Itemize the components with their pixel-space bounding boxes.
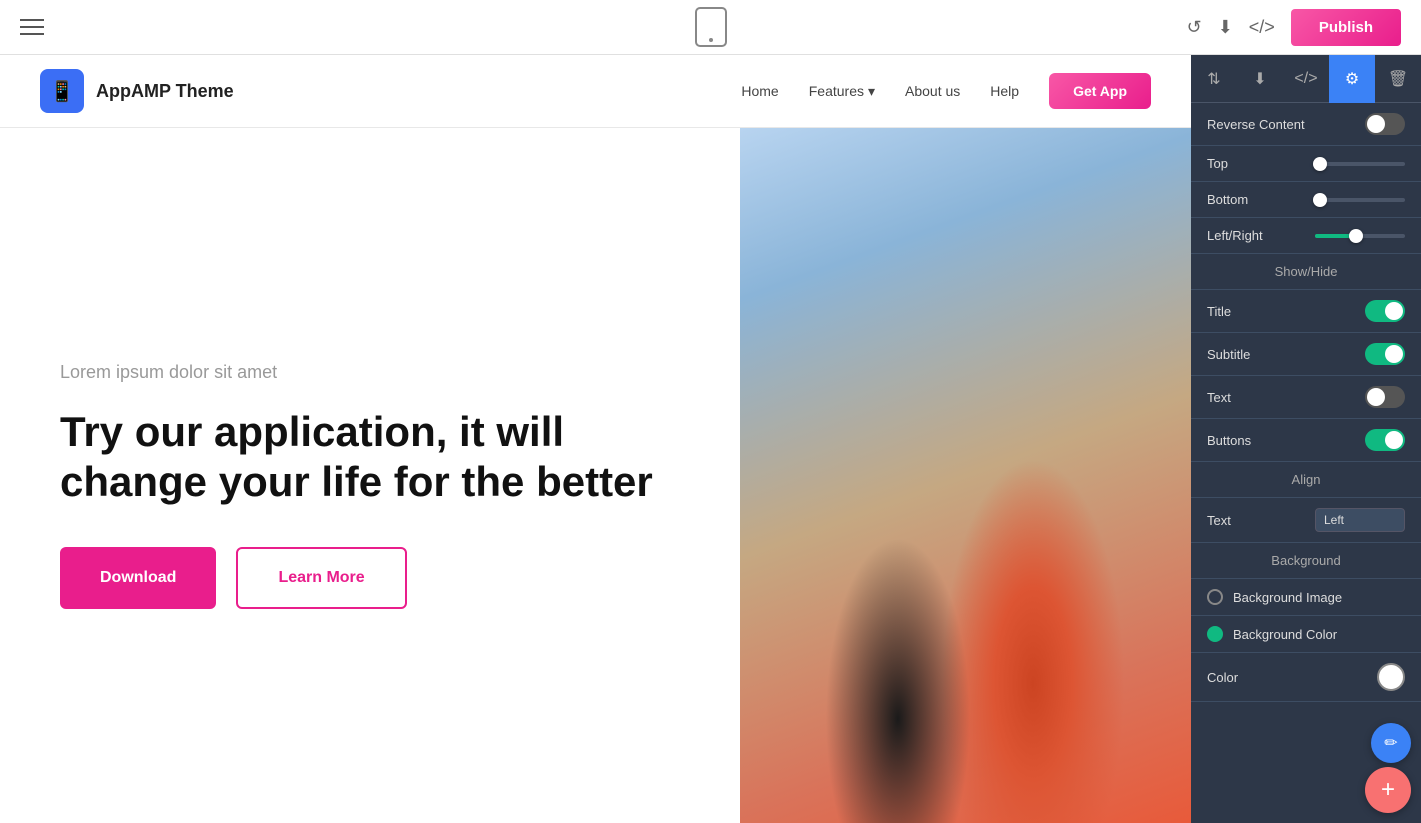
text-align-select[interactable]: Left Center Right	[1315, 508, 1405, 532]
buttons-label: Buttons	[1207, 433, 1251, 448]
panel-settings-button[interactable]: ⚙	[1329, 55, 1375, 103]
left-right-slider[interactable]	[1315, 234, 1405, 238]
nav-help[interactable]: Help	[990, 83, 1019, 99]
nav-home[interactable]: Home	[741, 83, 778, 99]
bottom-slider-thumb[interactable]	[1313, 193, 1327, 207]
buttons-toggle-knob	[1385, 431, 1403, 449]
fab-edit-button[interactable]: ✏	[1371, 723, 1411, 763]
top-label: Top	[1207, 156, 1228, 171]
text-label: Text	[1207, 390, 1231, 405]
hero-image	[740, 128, 1191, 823]
women-overlay	[740, 128, 1191, 823]
toolbar-left	[20, 19, 44, 35]
hero-buttons: Download Learn More	[60, 547, 680, 609]
hamburger-menu[interactable]	[20, 19, 44, 35]
top-row: Top	[1191, 146, 1421, 182]
bg-image-radio[interactable]	[1207, 589, 1223, 605]
fab-add-button[interactable]: +	[1365, 767, 1411, 813]
undo-button[interactable]: ↺	[1187, 17, 1202, 38]
page-header: 📱 AppAMP Theme Home Features ▾ About us …	[0, 55, 1191, 128]
phone-dot	[709, 38, 713, 42]
color-swatch[interactable]	[1377, 663, 1405, 691]
left-right-row: Left/Right	[1191, 218, 1421, 254]
nav-links: Home Features ▾ About us Help Get App	[741, 73, 1151, 109]
phone-preview-icon[interactable]	[695, 7, 727, 47]
toolbar-center	[695, 7, 727, 47]
reverse-content-row: Reverse Content	[1191, 103, 1421, 146]
get-app-button[interactable]: Get App	[1049, 73, 1151, 109]
color-label: Color	[1207, 670, 1238, 685]
bottom-label: Bottom	[1207, 192, 1248, 207]
phone-logo-glyph: 📱	[50, 79, 75, 104]
chevron-down-icon: ▾	[868, 83, 875, 100]
background-section-label: Background	[1191, 543, 1421, 579]
hero-section: Lorem ipsum dolor sit amet Try our appli…	[0, 128, 1191, 823]
download-icon-button[interactable]: ⬇	[1218, 17, 1233, 38]
subtitle-row: Subtitle	[1191, 333, 1421, 376]
text-toggle-knob	[1367, 388, 1385, 406]
bg-color-label: Background Color	[1233, 627, 1337, 642]
title-label: Title	[1207, 304, 1231, 319]
top-slider[interactable]	[1315, 162, 1405, 166]
panel-code-button[interactable]: </>	[1283, 55, 1329, 103]
bg-color-radio[interactable]	[1207, 626, 1223, 642]
panel-sort-button[interactable]: ⇅	[1191, 55, 1237, 103]
code-button[interactable]: </>	[1249, 17, 1275, 38]
title-toggle-knob	[1385, 302, 1403, 320]
bg-image-label: Background Image	[1233, 590, 1342, 605]
hero-title: Try our application, it will change your…	[60, 407, 680, 508]
download-button[interactable]: Download	[60, 547, 216, 609]
color-row: Color	[1191, 653, 1421, 702]
learn-more-button[interactable]: Learn More	[236, 547, 406, 609]
publish-button[interactable]: Publish	[1291, 9, 1401, 46]
logo-icon: 📱	[40, 69, 84, 113]
hero-left: Lorem ipsum dolor sit amet Try our appli…	[0, 128, 740, 823]
toolbar-right: ↺ ⬇ </> Publish	[1187, 9, 1401, 46]
main-layout: 📱 AppAMP Theme Home Features ▾ About us …	[0, 55, 1421, 823]
left-right-label: Left/Right	[1207, 228, 1263, 243]
left-right-slider-thumb[interactable]	[1349, 229, 1363, 243]
logo-area: 📱 AppAMP Theme	[40, 69, 234, 113]
title-row: Title	[1191, 290, 1421, 333]
nav-features-label: Features	[809, 83, 864, 99]
title-toggle[interactable]	[1365, 300, 1405, 322]
bg-image-row: Background Image	[1191, 579, 1421, 616]
align-section-label: Align	[1191, 462, 1421, 498]
show-hide-section-label: Show/Hide	[1191, 254, 1421, 290]
buttons-toggle[interactable]	[1365, 429, 1405, 451]
bottom-row: Bottom	[1191, 182, 1421, 218]
bottom-slider[interactable]	[1315, 198, 1405, 202]
panel-content[interactable]: Reverse Content Top Bottom	[1191, 103, 1421, 823]
hero-subtitle: Lorem ipsum dolor sit amet	[60, 362, 680, 383]
bg-color-row: Background Color	[1191, 616, 1421, 653]
panel-toolbar: ⇅ ⬇ </> ⚙ 🗑	[1191, 55, 1421, 103]
nav-features[interactable]: Features ▾	[809, 83, 875, 100]
text-row: Text	[1191, 376, 1421, 419]
reverse-content-toggle[interactable]	[1365, 113, 1405, 135]
buttons-row: Buttons	[1191, 419, 1421, 462]
canvas-area: 📱 AppAMP Theme Home Features ▾ About us …	[0, 55, 1191, 823]
panel-download-button[interactable]: ⬇	[1237, 55, 1283, 103]
text-align-label: Text	[1207, 513, 1231, 528]
text-align-row: Text Left Center Right	[1191, 498, 1421, 543]
toggle-knob	[1367, 115, 1385, 133]
logo-text: AppAMP Theme	[96, 81, 234, 102]
nav-about[interactable]: About us	[905, 83, 960, 99]
panel-delete-button[interactable]: 🗑	[1375, 55, 1421, 103]
subtitle-label: Subtitle	[1207, 347, 1250, 362]
hero-right	[740, 128, 1191, 823]
subtitle-toggle[interactable]	[1365, 343, 1405, 365]
top-slider-thumb[interactable]	[1313, 157, 1327, 171]
subtitle-toggle-knob	[1385, 345, 1403, 363]
top-toolbar: ↺ ⬇ </> Publish	[0, 0, 1421, 55]
reverse-content-label: Reverse Content	[1207, 117, 1305, 132]
settings-panel: ⇅ ⬇ </> ⚙ 🗑 Reverse Content Top	[1191, 55, 1421, 823]
text-toggle[interactable]	[1365, 386, 1405, 408]
